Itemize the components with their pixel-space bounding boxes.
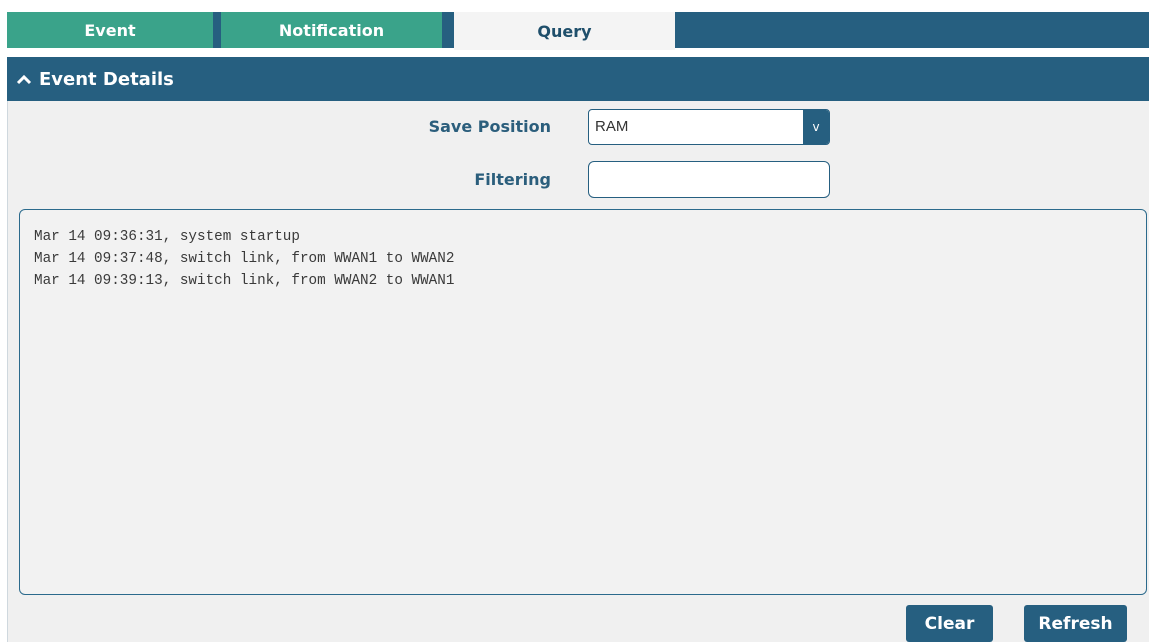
save-position-label: Save Position: [428, 117, 551, 136]
tab-notification[interactable]: Notification: [221, 12, 442, 48]
log-line: Mar 14 09:39:13, switch link, from WWAN2…: [34, 273, 455, 289]
save-position-value: RAM: [595, 118, 629, 135]
tab-bar: Event Notification Query: [7, 12, 1149, 50]
clear-button[interactable]: Clear: [906, 605, 993, 642]
filtering-label: Filtering: [474, 170, 551, 189]
tab-event[interactable]: Event: [7, 12, 213, 48]
save-position-select[interactable]: RAM v: [588, 109, 830, 145]
dropdown-arrow-icon[interactable]: v: [803, 110, 829, 144]
section-title: Event Details: [39, 68, 174, 90]
filtering-input[interactable]: [588, 161, 830, 198]
event-details-header[interactable]: Event Details: [7, 57, 1149, 101]
refresh-button[interactable]: Refresh: [1024, 605, 1127, 642]
log-line: Mar 14 09:36:31, system startup: [34, 229, 300, 245]
tab-query[interactable]: Query: [454, 12, 675, 50]
log-line: Mar 14 09:37:48, switch link, from WWAN1…: [34, 251, 455, 267]
event-log-textarea[interactable]: Mar 14 09:36:31, system startup Mar 14 0…: [19, 209, 1147, 595]
chevron-up-icon: [16, 74, 32, 85]
